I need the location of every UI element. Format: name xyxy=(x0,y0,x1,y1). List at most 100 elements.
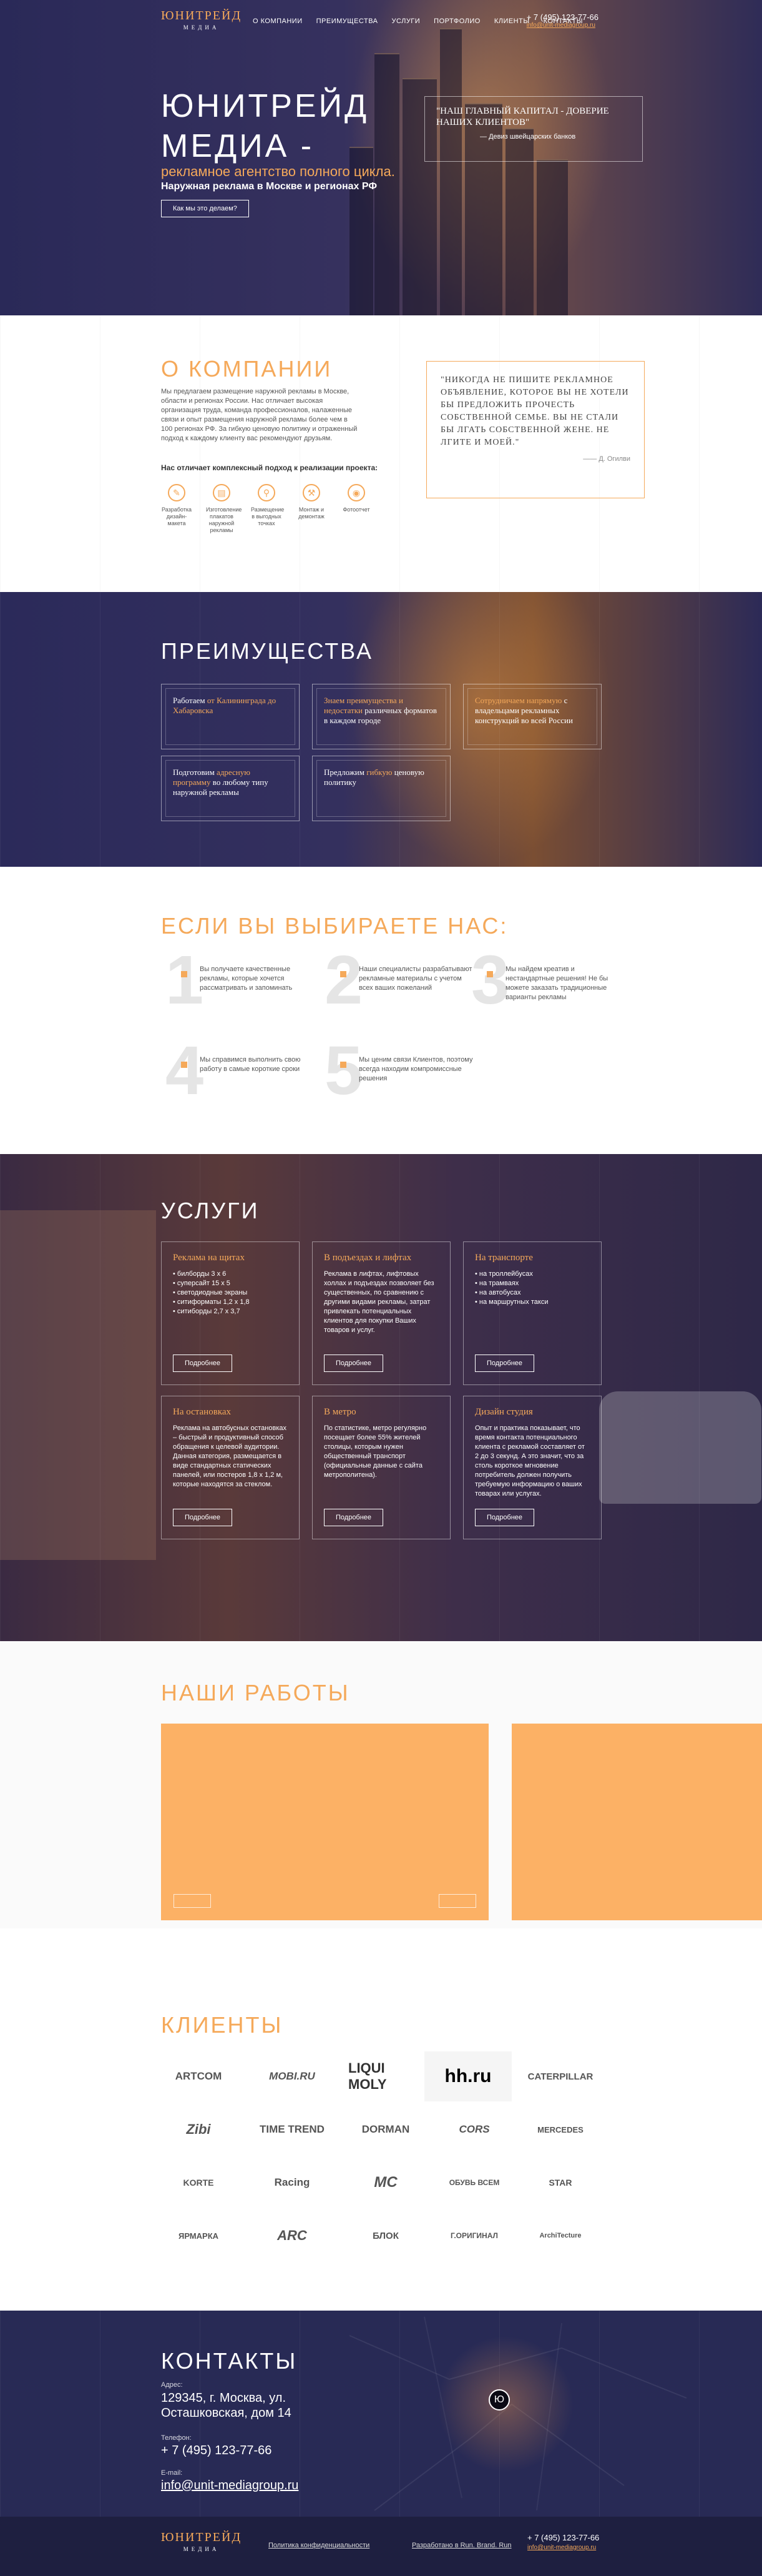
site-logo[interactable]: ЮНИТРЕЙД МЕДИА xyxy=(161,9,242,31)
nav-services[interactable]: УСЛУГИ xyxy=(392,17,421,25)
client-logo[interactable]: hh.ru xyxy=(424,2051,512,2101)
client-logo[interactable]: KORTE xyxy=(161,2161,236,2204)
nav-clients[interactable]: КЛИЕНТЫ xyxy=(494,17,530,25)
why-us-item: 2 Наши специалисты разрабатывают рекламны… xyxy=(325,942,472,1019)
email-value[interactable]: info@unit-mediagroup.ru xyxy=(161,2478,298,2493)
footer-phone[interactable]: + 7 (495) 123-77-66 xyxy=(527,2533,599,2542)
phone-label: Телефон: xyxy=(161,2434,192,2442)
service-title: В метро xyxy=(324,1407,356,1417)
advantages-title: ПРЕИМУЩЕСТВА xyxy=(161,638,374,664)
advantage-card: Сотрудничаем напрямую с владельцами рекл… xyxy=(463,684,602,749)
service-title: В подъездах и лифтах xyxy=(324,1253,412,1263)
client-logo[interactable]: LIQUI MOLY xyxy=(348,2055,423,2098)
footer-email[interactable]: info@unit-mediagroup.ru xyxy=(527,2544,596,2551)
map-pin-icon[interactable]: Ю xyxy=(489,2389,510,2411)
process-steps: ✎ Разработка дизайн-макета ▤ Изготовление … xyxy=(161,484,372,534)
header-contacts: + 7 (495) 123-77-66 info@unit-mediagroup… xyxy=(527,12,598,29)
why-us-item: 4 Мы справимся выполнить свою работу в са… xyxy=(165,1032,301,1109)
service-card-metro: В метро По статистике, метро регулярно п… xyxy=(312,1396,451,1539)
header-phone[interactable]: + 7 (495) 123-77-66 xyxy=(527,12,598,22)
advantage-card: Предложим гибкую ценовую политику xyxy=(312,756,451,821)
nav-advantages[interactable]: ПРЕИМУЩЕСТВА xyxy=(316,17,378,25)
contacts-section xyxy=(0,2311,762,2517)
client-logo[interactable]: MERCEDES xyxy=(523,2108,598,2151)
client-logo[interactable]: DORMAN xyxy=(348,2108,423,2151)
client-logo[interactable]: MOBI.RU xyxy=(255,2055,330,2098)
map-background xyxy=(349,2316,687,2511)
nav-portfolio[interactable]: ПОРТФОЛИО xyxy=(434,17,481,25)
client-logo[interactable]: Racing xyxy=(255,2161,330,2204)
next-arrow-button[interactable] xyxy=(439,1894,476,1908)
service-card-elevators: В подъездах и лифтах Реклама в лифтах, л… xyxy=(312,1241,451,1385)
work-slide[interactable] xyxy=(161,1724,489,1920)
about-lead: Нас отличает комплексный подход к реализ… xyxy=(161,463,378,472)
phone-value[interactable]: + 7 (495) 123-77-66 xyxy=(161,2443,271,2458)
email-label: E-mail: xyxy=(161,2469,183,2477)
about-section xyxy=(0,315,762,592)
hero-title: ЮНИТРЕЙД МЕДИА - xyxy=(161,86,369,166)
hero-quote: "НАШ ГЛАВНЫЙ КАПИТАЛ - ДОВЕРИЕ НАШИХ КЛИ… xyxy=(424,96,643,162)
advantage-card: Знаем преимущества и недостатки различны… xyxy=(312,684,451,749)
developer-link[interactable]: Разработано в Run. Brand. Run xyxy=(412,2542,512,2549)
service-card-bus-stops: На остановках Реклама на автобусных оста… xyxy=(161,1396,300,1539)
client-logo[interactable]: TIME TREND xyxy=(255,2108,330,2151)
service-card-billboards: Реклама на щитах • билборды 3 х 6 • супе… xyxy=(161,1241,300,1385)
step-placement: ⚲ Размещение в выгодных точках xyxy=(251,484,284,534)
work-slide[interactable] xyxy=(512,1724,762,1920)
why-us-item: 5 Мы ценим связи Клиентов, поэтому всегда… xyxy=(325,1032,473,1109)
step-mounting: ⚒ Монтаж и демонтаж xyxy=(296,484,327,534)
step-report: ◉ Фотоотчет xyxy=(341,484,372,534)
service-text: Реклама на автобусных остановках – быстр… xyxy=(173,1424,287,1488)
step-design: ✎ Разработка дизайн-макета xyxy=(161,484,192,534)
service-more-button[interactable]: Подробнее xyxy=(173,1355,233,1372)
client-logo[interactable]: ARTCOM xyxy=(161,2055,236,2098)
service-more-button[interactable]: Подробнее xyxy=(324,1509,384,1526)
print-icon: ▤ xyxy=(213,484,230,501)
service-text: Реклама в лифтах, лифтовых холлах и подъ… xyxy=(324,1270,434,1334)
service-more-button[interactable]: Подробнее xyxy=(475,1355,535,1372)
service-title: На остановках xyxy=(173,1407,231,1417)
client-logo[interactable]: CORS xyxy=(437,2108,512,2151)
how-we-do-button[interactable]: Как мы это делаем? xyxy=(161,200,249,217)
service-more-button[interactable]: Подробнее xyxy=(324,1355,384,1372)
about-title: О КОМПАНИИ xyxy=(161,356,333,382)
footer-logo[interactable]: ЮНИТРЕЙД МЕДИА xyxy=(161,2530,242,2552)
why-us-section xyxy=(0,867,762,1154)
client-logo[interactable]: ARC xyxy=(255,2214,330,2258)
service-title: Реклама на щитах xyxy=(173,1253,245,1263)
ogilvy-quote-text: "НИКОГДА НЕ ПИШИТЕ РЕКЛАМНОЕ ОБЪЯВЛЕНИЕ,… xyxy=(441,375,629,447)
client-logo[interactable]: ArchiTecture xyxy=(523,2214,598,2258)
why-us-item: 1 Вы получаете качественные рекламы, кото… xyxy=(165,942,293,1019)
service-title: На транспорте xyxy=(475,1253,533,1263)
client-logo[interactable]: STAR xyxy=(523,2161,598,2204)
client-logo[interactable]: ЯРМАРКА xyxy=(161,2214,236,2258)
footer-logo-subtext: МЕДИА xyxy=(183,2546,220,2552)
service-card-transport: На транспорте • на троллейбусах • на тра… xyxy=(463,1241,602,1385)
client-logo[interactable]: CATERPILLAR xyxy=(523,2055,598,2098)
footer xyxy=(0,2517,762,2576)
client-logo[interactable]: БЛОК xyxy=(348,2214,423,2258)
ogilvy-quote: "НИКОГДА НЕ ПИШИТЕ РЕКЛАМНОЕ ОБЪЯВЛЕНИЕ,… xyxy=(426,361,645,498)
hero-subtitle: рекламное агентство полного цикла. xyxy=(161,164,395,179)
contacts-title: КОНТАКТЫ xyxy=(161,2348,298,2374)
camera-icon: ◉ xyxy=(348,484,365,501)
service-text: • на троллейбусах • на трамваях • на авт… xyxy=(475,1270,549,1306)
prev-arrow-button[interactable] xyxy=(173,1894,211,1908)
ogilvy-quote-author: —— Д. Огилви xyxy=(583,455,630,463)
client-logo[interactable]: Zibi xyxy=(161,2108,236,2151)
client-logo[interactable]: ОБУВЬ ВСЕМ xyxy=(437,2161,512,2204)
service-text: По статистике, метро регулярно посещает … xyxy=(324,1424,427,1479)
service-card-design: Дизайн студия Опыт и практика показывает… xyxy=(463,1396,602,1539)
clients-title: КЛИЕНТЫ xyxy=(161,2012,283,2038)
client-logo[interactable]: Г.ОРИГИНАЛ xyxy=(437,2214,512,2258)
service-more-button[interactable]: Подробнее xyxy=(475,1509,535,1526)
works-title: НАШИ РАБОТЫ xyxy=(161,1680,350,1705)
client-logo[interactable]: MC xyxy=(348,2161,423,2204)
advantage-card: Работаем от Калининграда до Хабаровска xyxy=(161,684,300,749)
service-more-button[interactable]: Подробнее xyxy=(173,1509,233,1526)
tools-icon: ⚒ xyxy=(303,484,320,501)
privacy-policy-link[interactable]: Политика конфиденциальности xyxy=(268,2542,369,2549)
nav-about[interactable]: О КОМПАНИИ xyxy=(253,17,303,25)
service-text: • билборды 3 х 6 • суперсайт 15 х 5 • св… xyxy=(173,1270,250,1315)
header-email[interactable]: info@unit-mediagroup.ru xyxy=(527,22,598,29)
